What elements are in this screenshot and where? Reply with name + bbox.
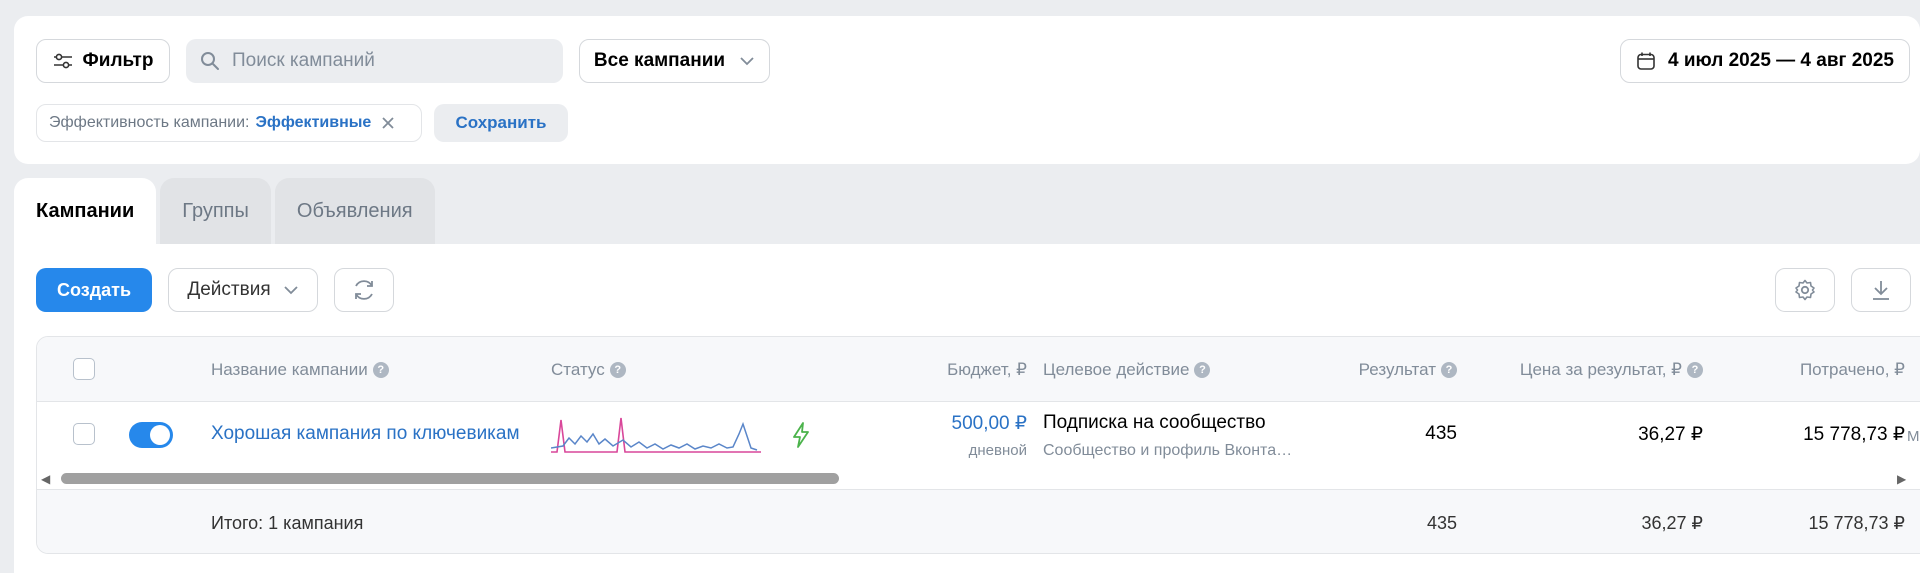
status-sparkline <box>551 417 761 453</box>
sliders-icon <box>53 53 72 69</box>
filter-panel: Фильтр Все кампании 4 июл 2025 — 4 авг 2… <box>14 16 1920 164</box>
col-name[interactable]: Название кампании? <box>211 337 389 402</box>
help-icon[interactable]: ? <box>1441 361 1457 378</box>
close-icon[interactable] <box>381 116 395 130</box>
filter-button[interactable]: Фильтр <box>36 39 170 83</box>
save-filter-button[interactable]: Сохранить <box>434 104 568 142</box>
settings-button[interactable] <box>1775 268 1835 312</box>
campaigns-panel: Создать Действия Название кампании ? Ста… <box>14 244 1920 573</box>
search-input[interactable] <box>232 50 532 72</box>
help-icon[interactable]: ? <box>372 361 389 378</box>
spent-value: 15 778,73 ₽ <box>1803 423 1905 445</box>
tab-bar: Кампании Группы Объявления <box>14 178 435 244</box>
actions-dropdown[interactable]: Действия <box>168 268 318 312</box>
gear-icon <box>1795 279 1815 301</box>
help-icon[interactable]: ? <box>1194 361 1211 378</box>
lightning-icon <box>793 422 809 448</box>
search-box[interactable] <box>186 39 563 83</box>
budget-value[interactable]: 500,00 ₽ <box>907 412 1027 435</box>
date-range-label: 4 июл 2025 — 4 авг 2025 <box>1667 50 1894 71</box>
campaign-name-link[interactable]: Хорошая кампания по ключевикам <box>211 402 520 466</box>
download-button[interactable] <box>1851 268 1911 312</box>
filter-chip[interactable]: Эффективность кампании: Эффективные <box>36 104 422 142</box>
chevron-down-icon <box>740 57 754 66</box>
calendar-icon <box>1637 52 1655 70</box>
col-cost[interactable]: Цена за результат, ₽? <box>1477 337 1703 402</box>
campaign-toggle[interactable] <box>129 422 173 448</box>
help-icon[interactable]: ? <box>1687 361 1703 378</box>
campaigns-table: Название кампании? Статус? Бюджет, ₽ Цел… <box>36 336 1920 554</box>
tab-groups[interactable]: Группы <box>160 178 271 244</box>
col-budget[interactable]: Бюджет, ₽ <box>907 337 1027 402</box>
download-icon <box>1873 281 1889 300</box>
chevron-down-icon <box>283 286 298 295</box>
result-value: 435 <box>1425 423 1457 444</box>
cost-value: 36,27 ₽ <box>1638 423 1703 445</box>
table-total-row: Итого: 1 кампания 435 36,27 ₽ 15 778,73 … <box>37 489 1920 553</box>
col-spent[interactable]: Потрачено, ₽ <box>1717 337 1905 402</box>
total-spent: 15 778,73 ₽ <box>1808 512 1905 533</box>
search-icon <box>201 52 219 70</box>
all-campaigns-label: Все кампании <box>593 50 726 71</box>
tab-ads[interactable]: Объявления <box>274 178 435 244</box>
col-target[interactable]: Целевое действие? <box>1043 337 1211 402</box>
refresh-icon <box>355 280 373 300</box>
total-result: 435 <box>1426 512 1457 533</box>
table-header: Название кампании? Статус? Бюджет, ₽ Цел… <box>37 337 1920 402</box>
chip-value: Эффективные <box>255 114 372 131</box>
date-range-button[interactable]: 4 июл 2025 — 4 авг 2025 <box>1620 39 1910 83</box>
scroll-left-icon[interactable]: ◀ <box>41 472 50 486</box>
col-result[interactable]: Результат? <box>1307 337 1457 402</box>
all-campaigns-select[interactable]: Все кампании <box>579 39 770 83</box>
chip-key: Эффективность кампании: <box>49 114 250 131</box>
filter-label: Фильтр <box>82 50 154 71</box>
overflow-column-text: Ми <box>1907 428 1920 445</box>
tab-campaigns[interactable]: Кампании <box>14 178 157 244</box>
scroll-right-icon[interactable]: ▶ <box>1897 472 1906 486</box>
total-cost: 36,27 ₽ <box>1641 512 1704 533</box>
target-action-sub: Сообщество и профиль Вконта… <box>1043 442 1293 459</box>
row-checkbox[interactable] <box>73 423 95 445</box>
col-status[interactable]: Статус? <box>551 337 626 402</box>
horizontal-scrollbar[interactable]: ◀ ▶ <box>37 468 1920 490</box>
target-action: Подписка на сообщество <box>1043 412 1266 433</box>
create-button[interactable]: Создать <box>36 268 152 312</box>
help-icon[interactable]: ? <box>609 361 626 378</box>
select-all-checkbox[interactable] <box>73 358 95 380</box>
table-row[interactable]: Хорошая кампания по ключевикам 500,00 ₽ … <box>37 402 1920 466</box>
actions-label: Действия <box>187 279 271 300</box>
budget-period: дневной <box>968 442 1027 459</box>
total-label: Итого: 1 кампания <box>211 512 364 533</box>
scroll-thumb[interactable] <box>61 473 839 484</box>
refresh-button[interactable] <box>334 268 394 312</box>
